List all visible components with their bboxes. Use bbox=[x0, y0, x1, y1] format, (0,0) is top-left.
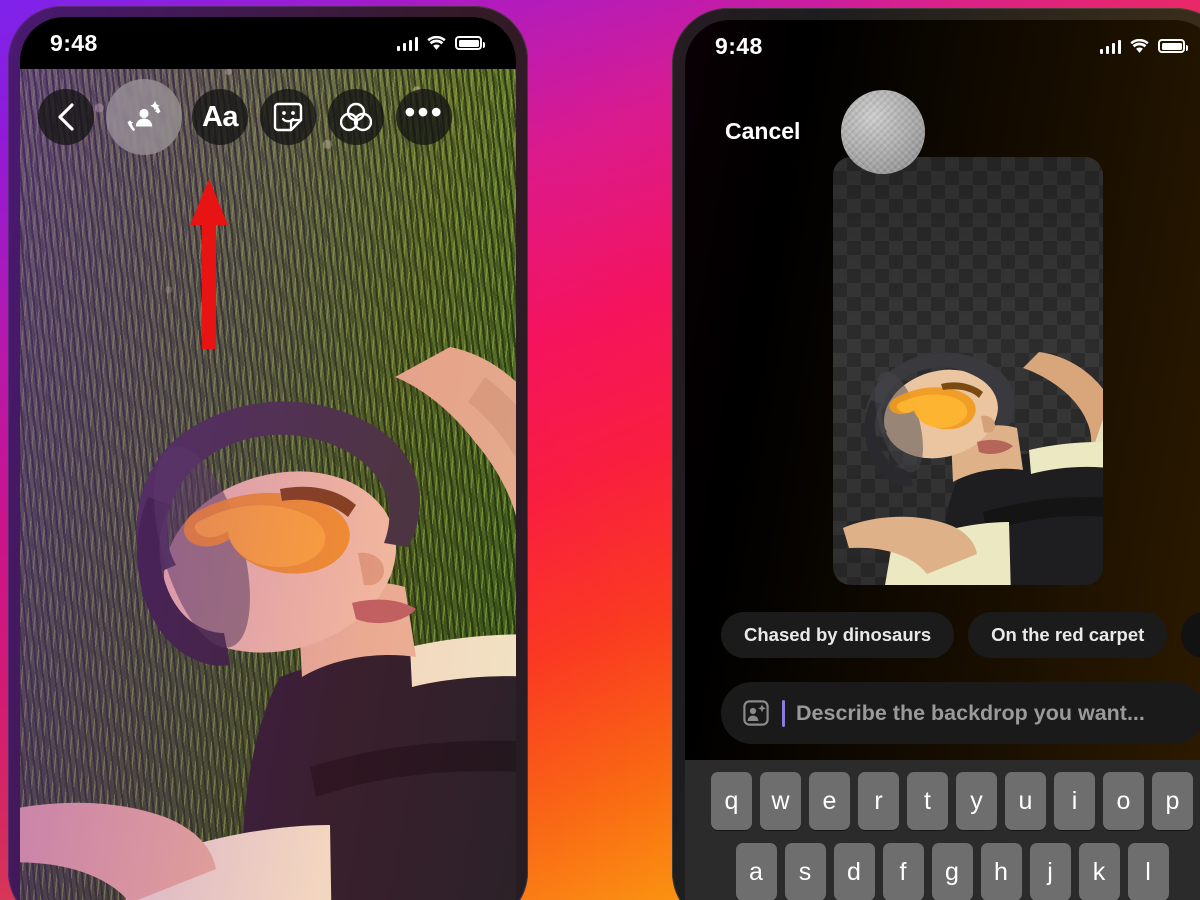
annotation-arrow-icon bbox=[190, 179, 228, 349]
keyboard-row-2: asdfghjkl bbox=[685, 843, 1200, 900]
key-a[interactable]: a bbox=[735, 843, 777, 900]
status-bar-right: 9:48 bbox=[685, 20, 1200, 72]
key-s[interactable]: s bbox=[784, 843, 826, 900]
key-e[interactable]: e bbox=[809, 772, 850, 830]
key-p[interactable]: p bbox=[1152, 772, 1193, 830]
person-sparkle-icon bbox=[127, 101, 161, 131]
back-button[interactable] bbox=[38, 89, 94, 145]
key-q[interactable]: q bbox=[711, 772, 752, 830]
sticker-button[interactable] bbox=[260, 89, 316, 145]
text-tool-label: Aa bbox=[201, 100, 239, 133]
text-tool-button[interactable]: Aa bbox=[192, 89, 248, 145]
person-sparkle-icon bbox=[743, 700, 769, 726]
key-d[interactable]: d bbox=[833, 843, 875, 900]
backdrop-prompt-input[interactable]: Describe the backdrop you want... bbox=[721, 682, 1200, 744]
person-photo-subject bbox=[20, 347, 516, 900]
text-caret bbox=[782, 699, 785, 727]
key-o[interactable]: o bbox=[1103, 772, 1144, 830]
cancel-button[interactable]: Cancel bbox=[725, 118, 800, 145]
onscreen-keyboard: qwertyuiop asdfghjkl zxcvbnm bbox=[685, 760, 1200, 900]
generating-placeholder-circle bbox=[841, 90, 925, 174]
key-t[interactable]: t bbox=[907, 772, 948, 830]
key-i[interactable]: i bbox=[1054, 772, 1095, 830]
suggestion-chip[interactable]: In a bbox=[1181, 612, 1200, 658]
cellular-signal-icon bbox=[1099, 39, 1121, 54]
effects-button[interactable] bbox=[328, 89, 384, 145]
keyboard-row-1: qwertyuiop bbox=[685, 772, 1200, 830]
suggestion-chip-row: Chased by dinosaurs On the red carpet In… bbox=[721, 608, 1200, 662]
sticker-smiley-icon bbox=[273, 102, 303, 132]
phone-right: 9:48 Cancel Chased by dinosaurs On the r… bbox=[672, 8, 1200, 900]
cutout-preview-card[interactable] bbox=[833, 157, 1103, 585]
chevron-left-icon bbox=[58, 103, 74, 131]
key-l[interactable]: l bbox=[1127, 843, 1169, 900]
key-g[interactable]: g bbox=[931, 843, 973, 900]
phone-right-screen: 9:48 Cancel Chased by dinosaurs On the r… bbox=[685, 20, 1200, 900]
more-button[interactable]: ••• bbox=[396, 89, 452, 145]
suggestion-chip[interactable]: On the red carpet bbox=[968, 612, 1168, 658]
key-f[interactable]: f bbox=[882, 843, 924, 900]
key-j[interactable]: j bbox=[1029, 843, 1071, 900]
status-time: 9:48 bbox=[715, 32, 763, 59]
three-circles-icon bbox=[340, 102, 372, 132]
key-k[interactable]: k bbox=[1078, 843, 1120, 900]
key-u[interactable]: u bbox=[1005, 772, 1046, 830]
story-toolbar: Aa ••• bbox=[20, 77, 516, 157]
status-bar-left: 9:48 bbox=[20, 17, 516, 69]
prompt-placeholder: Describe the backdrop you want... bbox=[796, 700, 1145, 725]
key-h[interactable]: h bbox=[980, 843, 1022, 900]
cellular-signal-icon bbox=[396, 36, 418, 51]
status-icons bbox=[1099, 38, 1188, 54]
battery-icon bbox=[1158, 39, 1188, 53]
suggestion-chip[interactable]: Chased by dinosaurs bbox=[721, 612, 955, 658]
status-time: 9:48 bbox=[50, 29, 98, 56]
phone-left-screen: 9:48 Aa ••• bbox=[20, 17, 516, 900]
ai-backdrop-button[interactable] bbox=[106, 79, 182, 155]
battery-icon bbox=[455, 36, 485, 50]
key-w[interactable]: w bbox=[760, 772, 801, 830]
cutout-subject bbox=[843, 352, 1103, 585]
more-dots-icon: ••• bbox=[404, 94, 444, 130]
wifi-icon bbox=[427, 35, 446, 50]
key-y[interactable]: y bbox=[956, 772, 997, 830]
status-icons bbox=[396, 35, 485, 51]
phone-left: 9:48 Aa ••• bbox=[8, 6, 528, 900]
key-r[interactable]: r bbox=[858, 772, 899, 830]
instagram-gradient-background: 9:48 Aa ••• 9:48 Cancel Chased by dinosa… bbox=[0, 0, 1200, 900]
wifi-icon bbox=[1130, 38, 1149, 53]
